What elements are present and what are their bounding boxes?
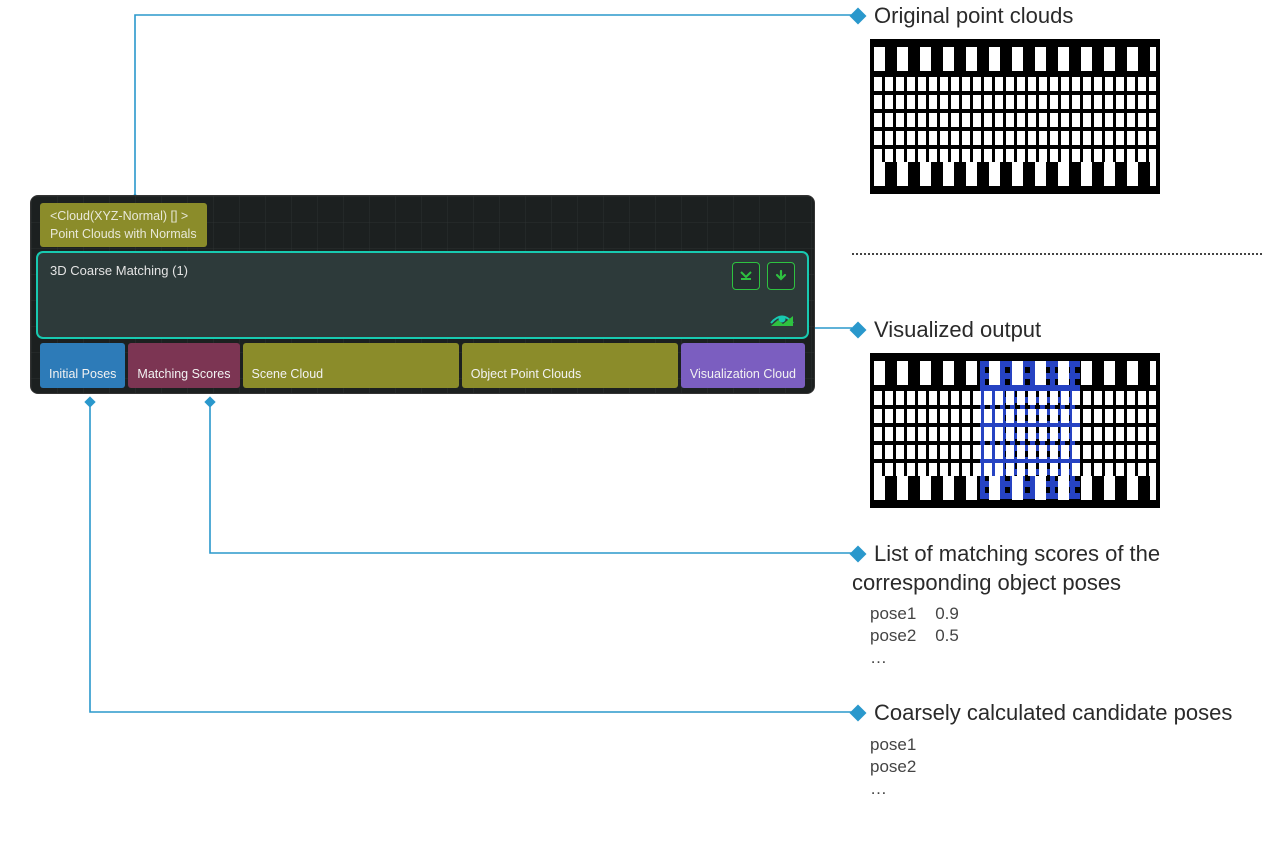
point-cloud-thumb-visualized: [870, 353, 1160, 508]
poses-rows: pose1pose2…: [870, 734, 1252, 800]
diamond-bullet-icon: [850, 8, 867, 25]
annotation-visualized-output: Visualized output: [852, 316, 1160, 508]
point-cloud-thumb-original: [870, 39, 1160, 194]
output-port-visualization-cloud[interactable]: Visualization Cloud: [681, 343, 805, 387]
annotation-matching-scores: List of matching scores of the correspon…: [852, 540, 1252, 669]
input-port-point-clouds[interactable]: <Cloud(XYZ-Normal) [] > Point Clouds wit…: [40, 203, 207, 247]
output-port-object-point-clouds[interactable]: Object Point Clouds: [462, 343, 678, 387]
annotation-candidate-poses: Coarsely calculated candidate poses pose…: [852, 699, 1252, 800]
coarse-matching-node: <Cloud(XYZ-Normal) [] > Point Clouds wit…: [30, 195, 815, 394]
annotation-poses-title: Coarsely calculated candidate poses: [874, 700, 1232, 725]
output-port-scene-cloud[interactable]: Scene Cloud: [243, 343, 459, 387]
diamond-bullet-icon: [850, 322, 867, 339]
dotted-separator: [852, 253, 1262, 255]
download-queue-icon[interactable]: [732, 262, 760, 290]
step-title: 3D Coarse Matching (1): [50, 263, 188, 278]
output-port-initial-poses[interactable]: Initial Poses: [40, 343, 125, 387]
output-port-matching-scores[interactable]: Matching Scores: [128, 343, 239, 387]
input-port-label: Point Clouds with Normals: [50, 227, 197, 241]
annotation-scores-title: List of matching scores of the correspon…: [852, 541, 1160, 595]
diamond-bullet-icon: [850, 705, 867, 722]
annotation-original-point-clouds: Original point clouds: [852, 2, 1160, 194]
output-ports-row: Initial PosesMatching ScoresScene CloudO…: [36, 343, 809, 387]
visualize-eye-icon[interactable]: [769, 308, 795, 331]
step-body[interactable]: 3D Coarse Matching (1): [36, 251, 809, 339]
input-port-type: <Cloud(XYZ-Normal) [] >: [50, 209, 188, 223]
scores-rows: pose1 0.9pose2 0.5…: [870, 603, 1252, 669]
diamond-bullet-icon: [850, 546, 867, 563]
download-arrow-icon[interactable]: [767, 262, 795, 290]
annotation-original-title: Original point clouds: [874, 3, 1073, 28]
annotation-visualized-title: Visualized output: [874, 317, 1041, 342]
